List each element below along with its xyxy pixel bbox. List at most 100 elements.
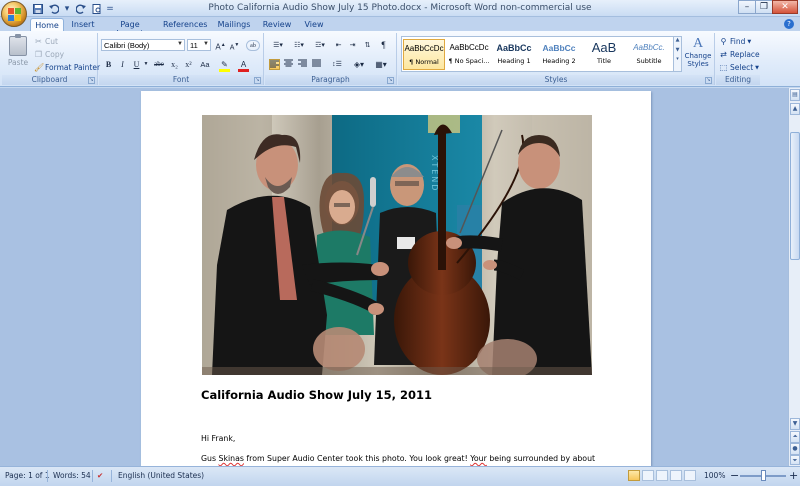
clear-formatting-button[interactable]: ab (246, 40, 260, 51)
scroll-thumb[interactable] (790, 132, 800, 260)
grammar-error-word[interactable]: Your (470, 454, 487, 463)
font-color-button[interactable]: A (238, 59, 249, 72)
zoom-level[interactable]: 100% (704, 471, 725, 480)
find-button[interactable]: ⚲ Find ▼ (719, 36, 752, 47)
dialog-launcher-icon[interactable]: ↘ (254, 77, 261, 84)
chevron-down-icon: ▼ (747, 38, 752, 45)
numbering-icon[interactable]: ☷▾ (290, 40, 308, 51)
ruler-toggle-icon[interactable]: ▤ (790, 89, 800, 101)
shrink-font-button[interactable]: A▼ (229, 40, 240, 51)
increase-indent-icon[interactable]: ⇥ (347, 40, 358, 51)
align-center-icon[interactable] (283, 59, 294, 70)
multilevel-list-icon[interactable]: ☲▾ (311, 40, 329, 51)
select-button[interactable]: ⬚ Select ▼ (719, 62, 759, 73)
dialog-launcher-icon[interactable]: ↘ (387, 77, 394, 84)
body-paragraph[interactable]: Gus Skinas from Super Audio Center took … (201, 454, 595, 463)
previous-page-icon[interactable]: ⏶ (790, 431, 800, 443)
body-text: from Super Audio Center took this photo.… (243, 454, 471, 463)
document-page[interactable]: XTEND California Audio Show July 15, 201… (141, 91, 651, 466)
grow-font-button[interactable]: A▲ (215, 40, 226, 52)
sort-icon[interactable]: ⇅ (362, 40, 373, 51)
zoom-in-icon[interactable]: + (789, 469, 798, 482)
status-separator (92, 470, 93, 482)
word-count[interactable]: Words: 54 (53, 471, 91, 480)
proofing-icon[interactable]: ✔ (97, 471, 103, 480)
align-right-icon[interactable] (297, 59, 308, 70)
minimize-icon[interactable]: – (738, 0, 756, 14)
align-left-icon[interactable] (269, 59, 280, 70)
superscript-button[interactable]: x² (183, 59, 194, 70)
scroll-up-icon[interactable]: ▲ (790, 103, 800, 115)
justify-icon[interactable] (311, 59, 322, 70)
change-styles-button[interactable]: A Change Styles (683, 36, 713, 72)
gallery-scroll[interactable]: ▲ ▼ ▾ (673, 36, 682, 72)
italic-button[interactable]: I (117, 59, 128, 70)
font-size-combo[interactable]: 11 ▼ (187, 39, 211, 51)
office-button[interactable] (1, 1, 27, 27)
zoom-out-icon[interactable]: − (730, 469, 739, 482)
style-subtitle[interactable]: AaBbCc. Subtitle (628, 39, 670, 70)
close-icon[interactable]: ✕ (772, 0, 798, 14)
cut-button[interactable]: ✂ Cut (34, 36, 58, 47)
next-page-icon[interactable]: ⏷ (790, 455, 800, 465)
paste-button[interactable]: Paste (6, 34, 30, 72)
restore-icon[interactable]: ❐ (755, 0, 773, 14)
browse-object-icon[interactable]: ● (790, 443, 800, 455)
decrease-indent-icon[interactable]: ⇤ (333, 40, 344, 51)
style-sample: AaB (591, 40, 617, 55)
highlight-button[interactable]: ✎ (219, 59, 230, 72)
scroll-down-icon[interactable]: ▼ (790, 418, 800, 430)
page-count[interactable]: Page: 1 of 1 (5, 471, 50, 480)
zoom-slider-knob[interactable] (761, 470, 766, 481)
style-normal[interactable]: AaBbCcDc ¶ Normal (403, 39, 445, 70)
dialog-launcher-icon[interactable]: ↘ (88, 77, 95, 84)
tab-insert[interactable]: Insert (68, 18, 98, 31)
tab-mailings[interactable]: Mailings (216, 18, 252, 31)
bold-button[interactable]: B (103, 59, 114, 70)
change-case-button[interactable]: Aa (198, 59, 212, 70)
tab-references[interactable]: References (163, 18, 207, 31)
style-no-spacing[interactable]: AaBbCcDc ¶ No Spaci... (448, 39, 490, 70)
style-heading-1[interactable]: AaBbCc Heading 1 (493, 39, 535, 70)
paste-icon (9, 34, 27, 56)
underline-dropdown-icon[interactable]: ▼ (143, 59, 149, 70)
line-spacing-icon[interactable]: ↕☰ (329, 59, 345, 70)
tab-home[interactable]: Home (30, 18, 64, 31)
greeting-paragraph[interactable]: Hi Frank, (201, 434, 235, 443)
outline-view-icon[interactable] (670, 470, 682, 481)
subscript-label: x₂ (171, 60, 178, 69)
document-workspace[interactable]: XTEND California Audio Show July 15, 201… (0, 88, 788, 466)
font-name-combo[interactable]: Calibri (Body) ▼ (101, 39, 185, 51)
help-icon[interactable]: ? (784, 19, 794, 29)
tab-view[interactable]: View (302, 18, 326, 31)
style-sample: AaBbCc (496, 43, 532, 53)
format-painter-button[interactable]: 🖌 Format Painter (34, 62, 100, 73)
draft-view-icon[interactable] (684, 470, 696, 481)
tab-page-layout[interactable]: Page Layout (106, 18, 154, 38)
vertical-scrollbar[interactable]: ▤ ▲ ▼ ⏶ ● ⏷ (788, 88, 800, 466)
copy-button[interactable]: ❐ Copy (34, 49, 64, 60)
underline-button[interactable]: U (131, 59, 142, 70)
document-heading[interactable]: California Audio Show July 15, 2011 (201, 388, 432, 402)
full-screen-reading-view-icon[interactable] (642, 470, 654, 481)
language-indicator[interactable]: English (United States) (118, 471, 204, 480)
print-layout-view-icon[interactable] (628, 470, 640, 481)
chevron-down-icon[interactable]: ▼ (674, 47, 681, 53)
paragraph-group: ☰▾ ☷▾ ☲▾ ⇤ ⇥ ⇅ ¶ ↕☰ ◈▾ ▦▾ Paragraph ↘ (265, 33, 397, 85)
bullets-icon[interactable]: ☰▾ (269, 40, 287, 51)
tab-review[interactable]: Review (262, 18, 292, 31)
dialog-launcher-icon[interactable]: ↘ (705, 77, 712, 84)
spelling-error-word[interactable]: Skinas (219, 454, 244, 463)
style-heading-2[interactable]: AaBbCc Heading 2 (538, 39, 580, 70)
pilcrow-icon[interactable]: ¶ (378, 40, 389, 51)
shading-icon[interactable]: ◈▾ (351, 59, 367, 70)
subscript-button[interactable]: x₂ (169, 59, 180, 70)
style-title[interactable]: AaB Title (583, 39, 625, 70)
strikethrough-button[interactable]: abe (152, 59, 166, 70)
replace-button[interactable]: ⇄ Replace (719, 49, 760, 60)
web-layout-view-icon[interactable] (656, 470, 668, 481)
borders-icon[interactable]: ▦▾ (373, 59, 389, 70)
chevron-up-icon[interactable]: ▲ (674, 37, 681, 43)
embedded-photo[interactable]: XTEND (202, 115, 592, 375)
more-icon[interactable]: ▾ (674, 56, 681, 62)
